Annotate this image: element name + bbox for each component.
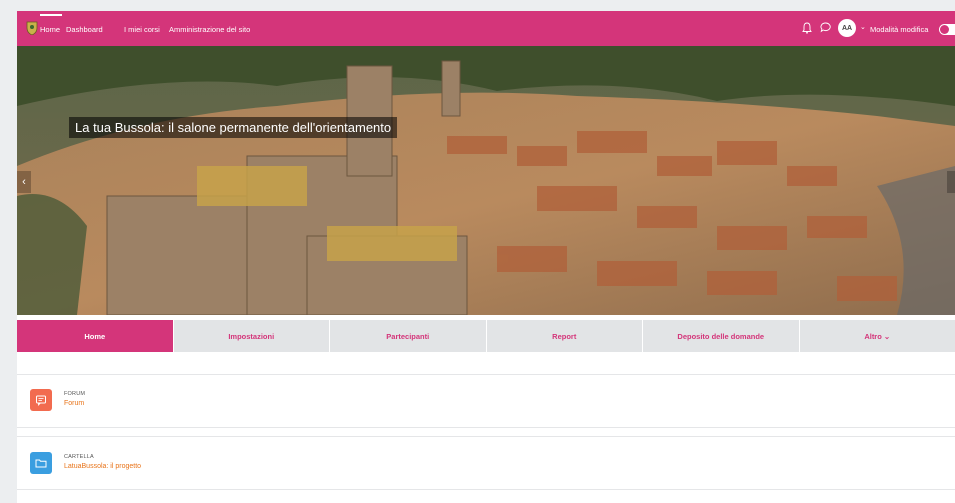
nav-dashboard[interactable]: Dashboard (66, 25, 103, 34)
user-menu-chevron-down-icon[interactable]: ⌄ (860, 23, 866, 31)
activity-folder: CARTELLA LatuaBussola: il progetto (17, 437, 955, 489)
user-avatar[interactable]: AA (838, 19, 856, 37)
hero-title: La tua Bussola: il salone permanente del… (69, 117, 398, 138)
notifications-bell-icon[interactable] (802, 22, 812, 34)
tab-question-bank[interactable]: Deposito delle domande (643, 320, 799, 352)
folder-icon[interactable] (30, 452, 52, 474)
messages-chat-icon[interactable] (820, 22, 831, 33)
page-frame: Home Dashboard I miei corsi Amministrazi… (17, 11, 955, 503)
activity-type-label: CARTELLA (64, 454, 94, 460)
carousel-prev-button[interactable]: ‹ (17, 171, 31, 193)
forum-icon[interactable] (30, 389, 52, 411)
tab-report[interactable]: Report (486, 320, 642, 352)
nav-home[interactable]: Home (40, 14, 63, 34)
tab-participants[interactable]: Partecipanti (330, 320, 486, 352)
activity-type-label: FORUM (64, 391, 86, 397)
tab-settings[interactable]: Impostazioni (173, 320, 329, 352)
edit-mode-label: Modalità modifica (870, 25, 929, 34)
activity-link[interactable]: Forum (64, 400, 84, 407)
carousel-next-button[interactable] (947, 171, 955, 193)
site-logo-icon[interactable] (26, 21, 38, 35)
nav-my-courses[interactable]: I miei corsi (124, 25, 160, 34)
nav-site-admin[interactable]: Amministrazione del sito (169, 25, 250, 34)
divider (17, 489, 955, 490)
top-navbar: Home Dashboard I miei corsi Amministrazi… (17, 11, 955, 46)
tab-home[interactable]: Home (17, 320, 173, 352)
activity-link[interactable]: LatuaBussola: il progetto (64, 463, 141, 470)
activity-forum: FORUM Forum (17, 375, 955, 427)
tab-more[interactable]: Altro ⌄ (799, 320, 955, 352)
edit-mode-toggle[interactable] (939, 24, 955, 35)
course-tabs: Home Impostazioni Partecipanti Report De… (17, 320, 955, 352)
divider (17, 427, 955, 428)
hero-banner: La tua Bussola: il salone permanente del… (17, 46, 955, 315)
hero-town-image (17, 46, 955, 315)
